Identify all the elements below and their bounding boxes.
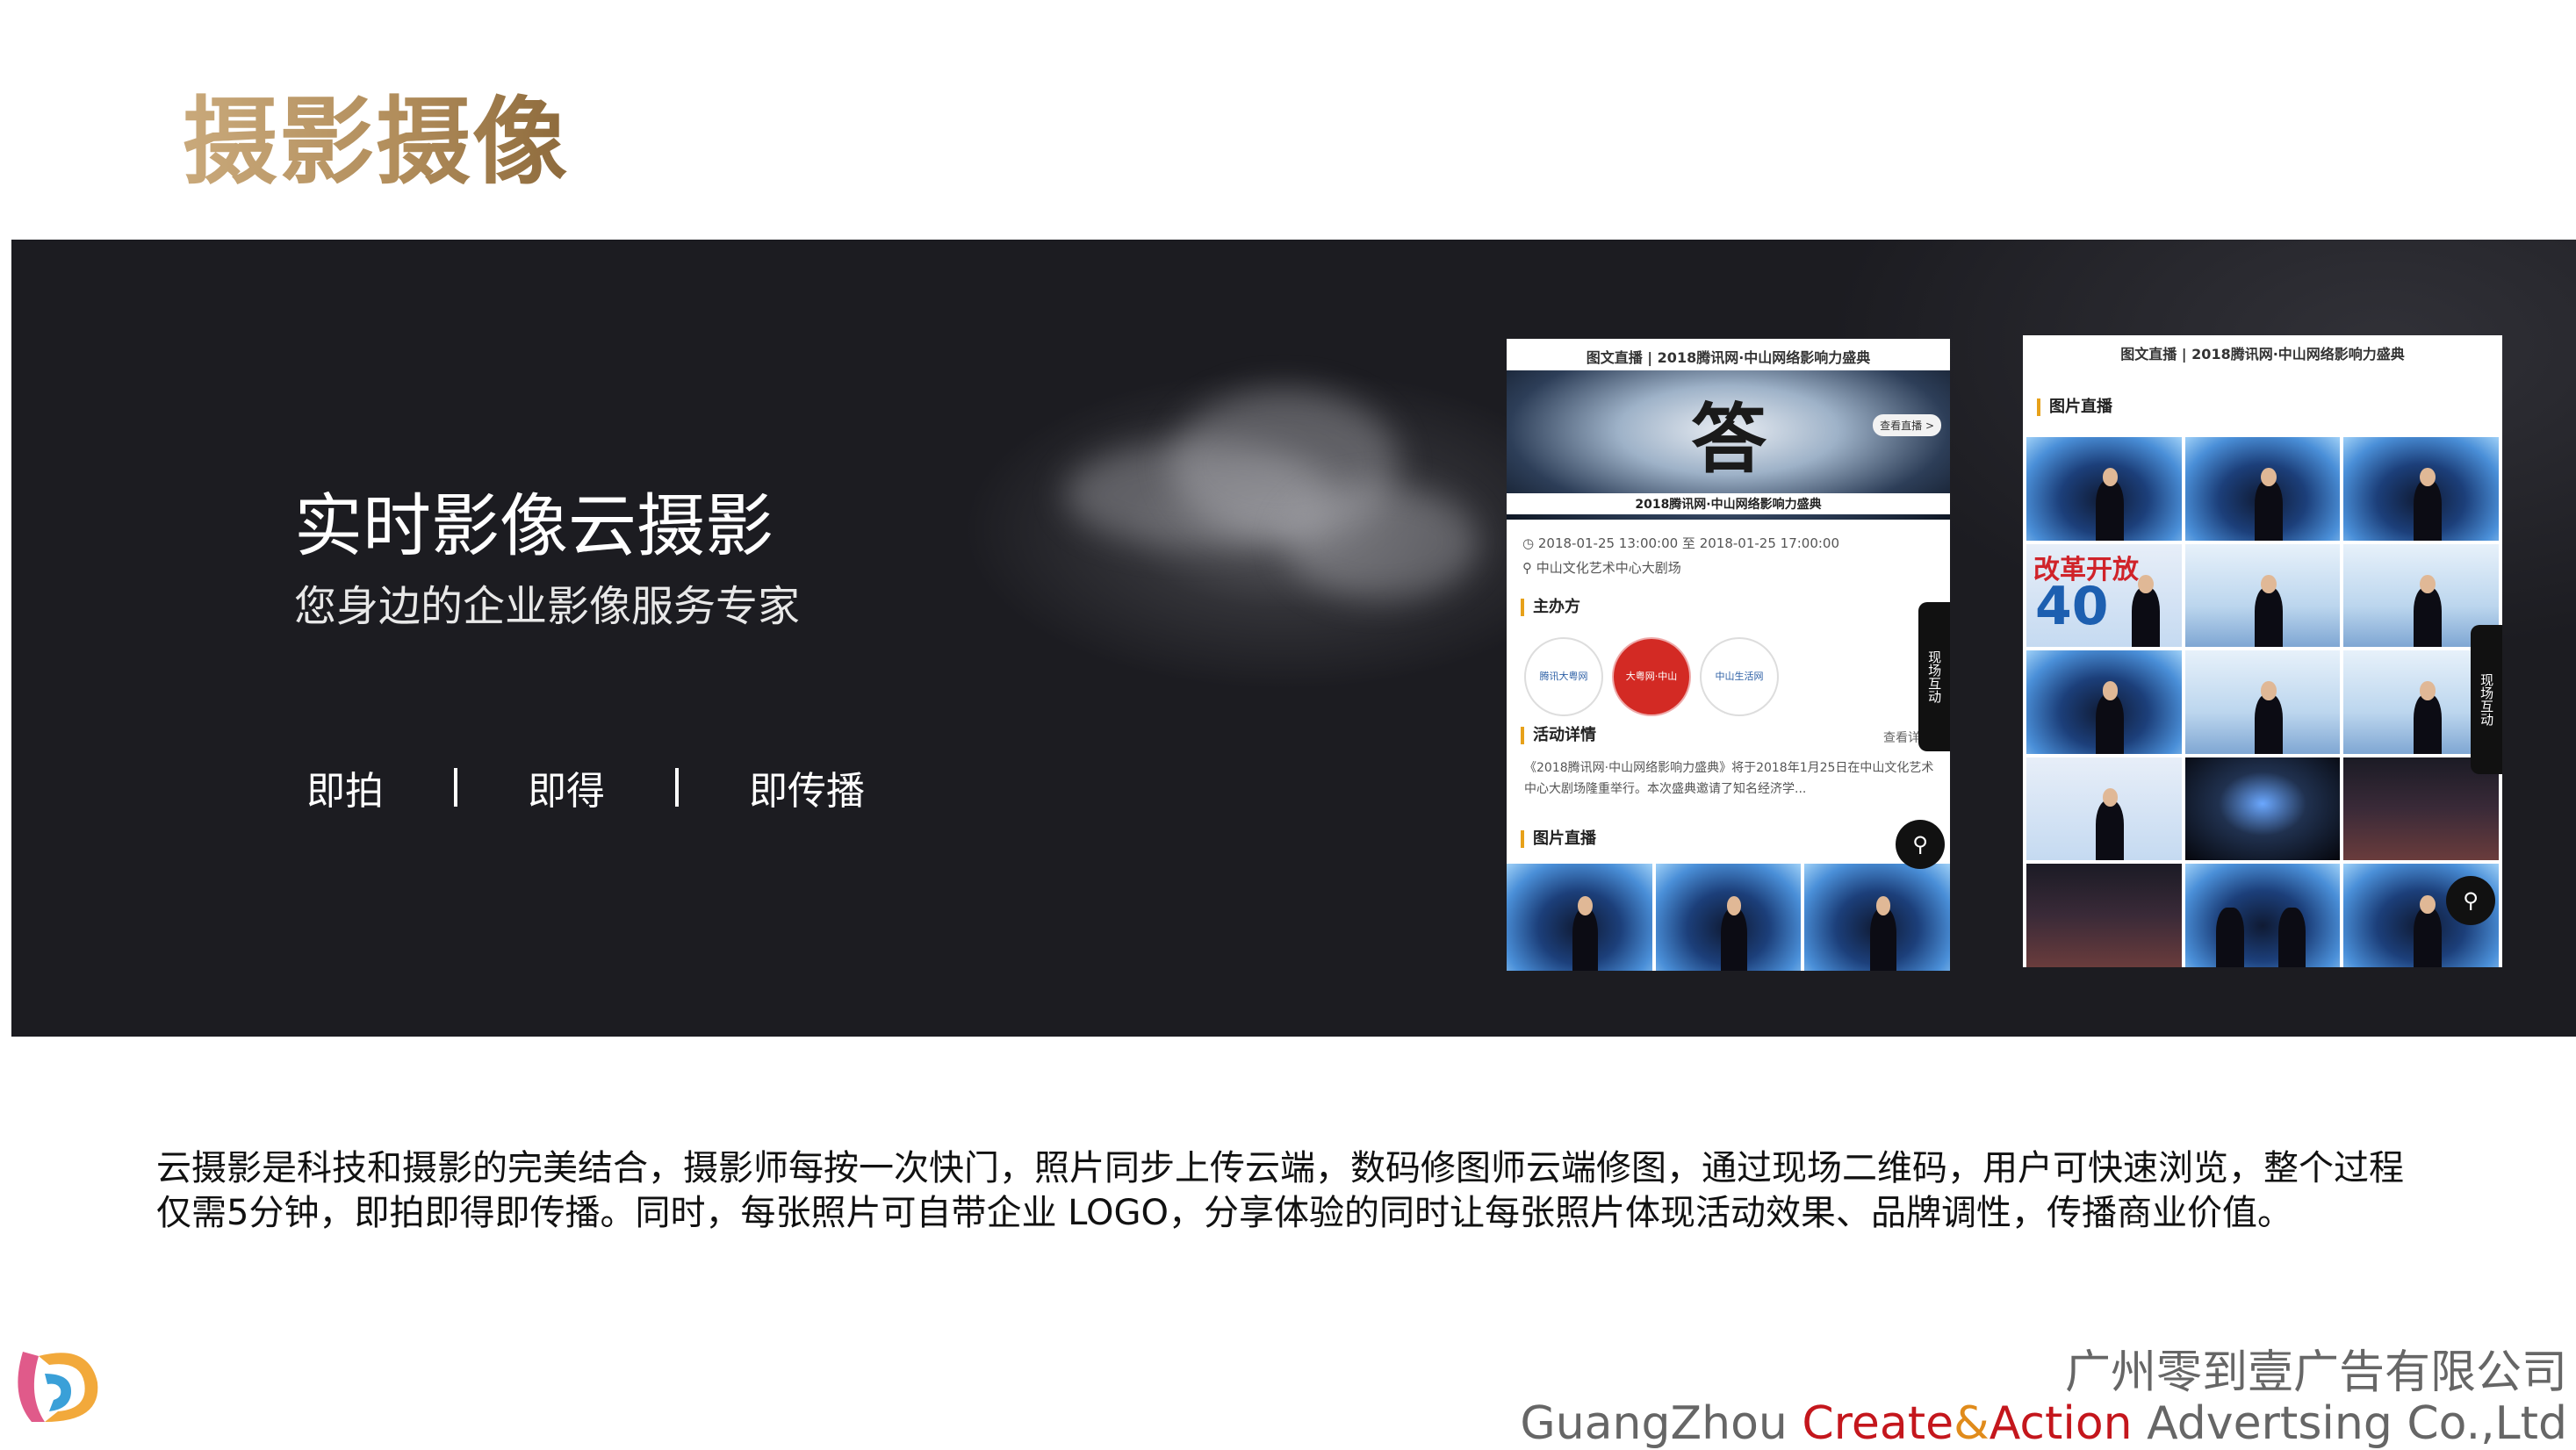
feature-item: 即传播 bbox=[749, 769, 865, 814]
organizer-logo[interactable]: 腾讯大粤网 bbox=[1524, 637, 1603, 716]
photo-thumbnail[interactable] bbox=[2184, 864, 2341, 967]
phone-header: 图文直播 | 2018腾讯网·中山网络影响力盛典 bbox=[1586, 349, 1871, 366]
company-name-en: GuangZhou Create&Action Advertsing Co.,L… bbox=[1520, 1397, 2567, 1450]
phone-screenshot-right: 图文直播 | 2018腾讯网·中山网络影响力盛典 图片直播 改革开放 40 现场… bbox=[2023, 335, 2502, 967]
photo-thumbnail[interactable] bbox=[2184, 437, 2341, 541]
photo-thumbnail[interactable] bbox=[2026, 757, 2182, 861]
zoom-icon[interactable]: ⚲ bbox=[2446, 876, 2495, 925]
company-name-en-action: Action bbox=[1989, 1397, 2133, 1450]
clock-icon: ◷ bbox=[1522, 535, 1538, 551]
company-name-en-create: Create bbox=[1802, 1397, 1954, 1450]
photo-thumbnail[interactable] bbox=[1655, 864, 1802, 971]
phone-screenshot-left: 图文直播 | 2018腾讯网·中山网络影响力盛典 答 查看直播 > 2018腾讯… bbox=[1507, 339, 1950, 971]
company-logo bbox=[18, 1352, 98, 1422]
banner-subtitle: 您身边的企业影像服务专家 bbox=[294, 582, 801, 631]
hero-caption: 2018腾讯网·中山网络影响力盛典 bbox=[1507, 493, 1950, 514]
photo-thumbnail[interactable] bbox=[2184, 650, 2341, 754]
event-time-text: 2018-01-25 13:00:00 至 2018-01-25 17:00:0… bbox=[1537, 535, 1840, 551]
event-time: ◷ 2018-01-25 13:00:00 至 2018-01-25 17:00… bbox=[1522, 534, 1839, 552]
organizer-logo[interactable]: 中山生活网 bbox=[1700, 637, 1779, 716]
hero-banner: 实时影像云摄影 您身边的企业影像服务专家 即拍 即得 即传播 图文直播 | 20… bbox=[11, 240, 2576, 1037]
banner-headline: 实时影像云摄影 bbox=[294, 487, 774, 566]
page-title: 摄影摄像 bbox=[183, 88, 570, 197]
photo-live-heading: 图片直播 bbox=[2037, 398, 2112, 416]
feature-item: 即拍 bbox=[306, 769, 384, 814]
feature-list: 即拍 即得 即传播 bbox=[306, 759, 865, 815]
photo-grid: 改革开放 40 bbox=[2026, 437, 2499, 967]
photo-thumbnail[interactable] bbox=[1804, 864, 1950, 971]
feature-divider bbox=[454, 768, 457, 807]
zoom-icon[interactable]: ⚲ bbox=[1896, 820, 1945, 869]
view-live-button[interactable]: 查看直播 > bbox=[1873, 414, 1941, 436]
location-pin-icon: ⚲ bbox=[1522, 560, 1536, 576]
feature-item: 即得 bbox=[528, 769, 605, 814]
live-interaction-tab[interactable]: 现场互动 bbox=[2471, 625, 2502, 774]
company-name-en-amp: & bbox=[1954, 1397, 1990, 1450]
phone-header: 图文直播 | 2018腾讯网·中山网络影响力盛典 bbox=[2120, 346, 2405, 362]
description-text: 云摄影是科技和摄影的完美结合，摄影师每按一次快门，照片同步上传云端，数码修图师云… bbox=[156, 1148, 2404, 1234]
event-location-text: 中山文化艺术中心大剧场 bbox=[1536, 560, 1681, 576]
photo-thumbnail[interactable] bbox=[2026, 437, 2182, 541]
photo-thumbnails bbox=[1507, 864, 1950, 971]
photo-thumbnail[interactable] bbox=[1507, 864, 1652, 971]
photo-thumbnail[interactable] bbox=[2343, 437, 2499, 541]
event-location: ⚲ 中山文化艺术中心大剧场 bbox=[1522, 558, 1681, 577]
company-name-cn: 广州零到壹广告有限公司 bbox=[2064, 1346, 2567, 1399]
cloud-decoration bbox=[1284, 485, 1478, 599]
details-heading: 活动详情 bbox=[1521, 727, 1596, 744]
tab-label: 现场互动 bbox=[2479, 673, 2495, 726]
live-interaction-tab[interactable]: 现场互动 bbox=[1918, 602, 1950, 751]
company-name-en-suffix: Advertsing Co.,Ltd bbox=[2132, 1397, 2567, 1450]
company-name-en-part: GuangZhou bbox=[1520, 1397, 1802, 1450]
slide-number: 40 bbox=[2035, 575, 2109, 637]
organizer-logo[interactable]: 大粤网·中山 bbox=[1612, 637, 1691, 716]
photo-thumbnail[interactable] bbox=[2026, 864, 2182, 967]
event-hero-image: 答 查看直播 > 2018腾讯网·中山网络影响力盛典 bbox=[1507, 370, 1950, 520]
calligraphy-logo: 答 bbox=[1691, 395, 1767, 484]
organizer-heading: 主办方 bbox=[1521, 599, 1580, 616]
photo-live-heading: 图片直播 bbox=[1521, 830, 1596, 848]
feature-divider bbox=[675, 768, 679, 807]
photo-thumbnail[interactable]: 改革开放 40 bbox=[2026, 543, 2182, 648]
photo-thumbnail[interactable] bbox=[2184, 757, 2341, 861]
details-text: 《2018腾讯网·中山网络影响力盛典》将于2018年1月25日在中山文化艺术中心… bbox=[1524, 761, 1934, 796]
tab-label: 现场互动 bbox=[1926, 650, 1943, 703]
photo-thumbnail[interactable] bbox=[2026, 650, 2182, 754]
photo-thumbnail[interactable] bbox=[2184, 543, 2341, 648]
